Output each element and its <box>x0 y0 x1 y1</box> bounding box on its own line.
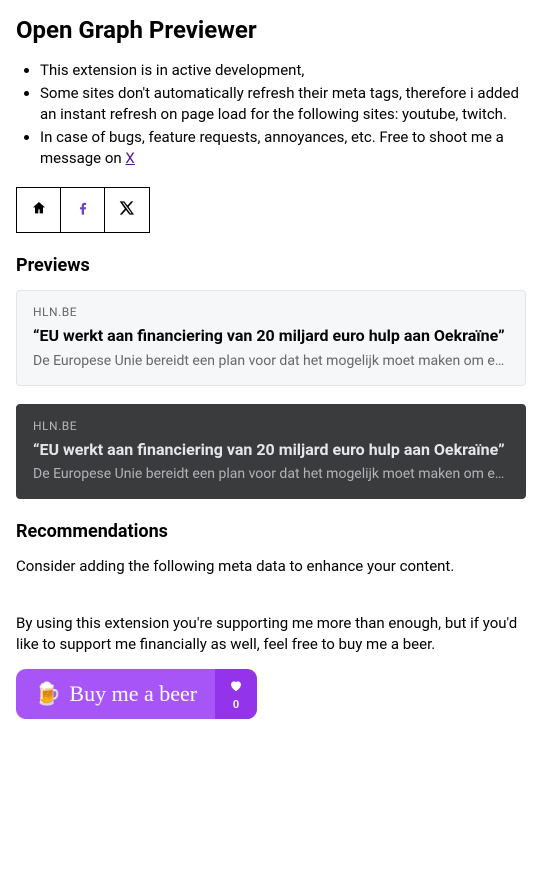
recommendations-heading: Recommendations <box>16 521 526 542</box>
preview-title: “EU werkt aan financiering van 20 miljar… <box>33 325 509 347</box>
recommendations-text: Consider adding the following meta data … <box>16 556 526 577</box>
note-text: In case of bugs, feature requests, annoy… <box>40 128 504 167</box>
buy-me-a-beer-button[interactable]: 🍺 Buy me a beer 0 <box>16 669 257 719</box>
beer-button-side: 0 <box>215 669 257 719</box>
preview-title: “EU werkt aan financiering van 20 miljar… <box>33 439 509 461</box>
preview-domain: HLN.BE <box>33 419 509 433</box>
beer-button-label: Buy me a beer <box>69 683 197 705</box>
preview-description: De Europese Unie bereidt een plan voor d… <box>33 466 509 482</box>
page-title: Open Graph Previewer <box>16 16 526 44</box>
tab-home[interactable] <box>17 188 61 232</box>
support-text: By using this extension you're supportin… <box>16 613 526 655</box>
preview-card-light[interactable]: HLN.BE “EU werkt aan financiering van 20… <box>16 290 526 386</box>
tab-facebook[interactable] <box>61 188 105 232</box>
beer-icon: 🍺 <box>34 683 61 705</box>
x-icon <box>119 200 135 220</box>
preview-card-dark[interactable]: HLN.BE “EU werkt aan financiering van 20… <box>16 404 526 500</box>
beer-button-main: 🍺 Buy me a beer <box>16 669 215 719</box>
x-link[interactable]: X <box>125 149 134 167</box>
home-icon <box>31 200 47 220</box>
tab-x[interactable] <box>105 188 149 232</box>
heart-icon <box>229 678 243 697</box>
note-item: In case of bugs, feature requests, annoy… <box>40 127 526 169</box>
previews-heading: Previews <box>16 255 526 276</box>
facebook-icon <box>75 200 91 220</box>
preview-domain: HLN.BE <box>33 305 509 319</box>
beer-count: 0 <box>233 698 239 711</box>
platform-tabs <box>16 187 150 233</box>
notes-list: This extension is in active development,… <box>16 60 526 169</box>
note-item: Some sites don't automatically refresh t… <box>40 83 526 125</box>
preview-description: De Europese Unie bereidt een plan voor d… <box>33 353 509 369</box>
note-item: This extension is in active development, <box>40 60 526 81</box>
